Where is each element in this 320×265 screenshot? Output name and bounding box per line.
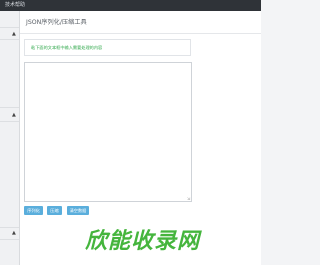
clear-button[interactable]: 清空数据 xyxy=(67,206,89,215)
serialize-button[interactable]: 序列化 xyxy=(24,206,43,215)
resize-handle-icon[interactable]: ⇲ xyxy=(187,197,191,201)
top-bar-title: 技术帮助 xyxy=(5,2,26,8)
sidebar-divider xyxy=(0,27,19,28)
chevron-up-icon[interactable]: ▲ xyxy=(12,32,16,37)
top-bar: 技术帮助 xyxy=(0,0,261,11)
compress-button[interactable]: 压缩 xyxy=(47,206,62,215)
watermark-logo: 欣能收录网 xyxy=(85,227,235,259)
sidebar-divider xyxy=(0,107,19,108)
watermark-text: 欣能收录网 xyxy=(85,229,201,254)
sidebar: ▲ ▲ ▲ xyxy=(0,11,20,265)
chevron-up-icon[interactable]: ▲ xyxy=(12,113,16,118)
sidebar-divider xyxy=(0,121,19,122)
sidebar-divider xyxy=(0,227,19,228)
instruction-tip: 粘下面的文本框中输入需要处理的内容 xyxy=(24,39,191,56)
title-divider xyxy=(20,33,261,34)
chevron-up-icon[interactable]: ▲ xyxy=(12,231,16,236)
page-title: JSON序列化/压缩工具 xyxy=(26,19,87,26)
json-input[interactable] xyxy=(24,62,192,202)
sidebar-divider xyxy=(0,39,19,40)
sidebar-divider xyxy=(0,239,19,240)
